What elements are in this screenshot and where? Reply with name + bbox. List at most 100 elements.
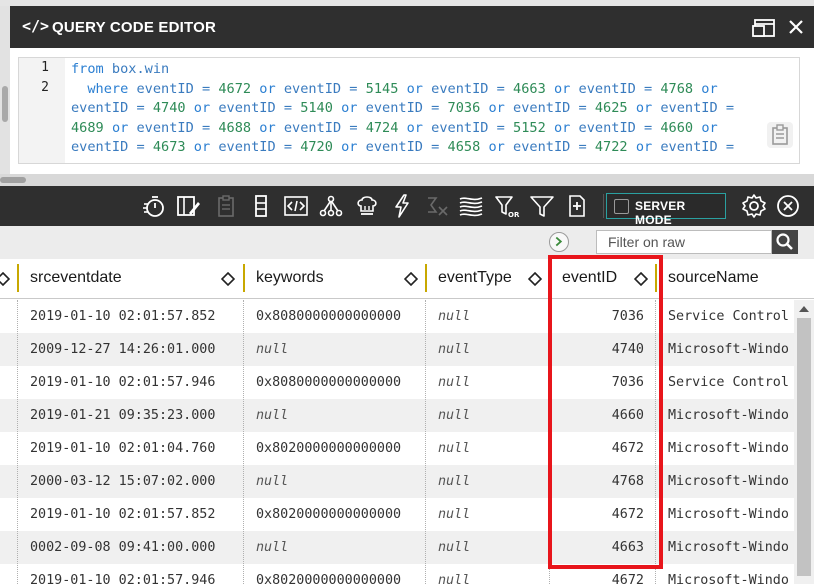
editor-title: QUERY CODE EDITOR [52, 19, 216, 36]
code-token: or [701, 80, 718, 97]
code-token: or [488, 139, 505, 156]
paste-icon[interactable] [767, 122, 793, 148]
code-token: eventID = [357, 139, 448, 156]
code-token: 5152 [513, 119, 546, 136]
table-row[interactable]: 2009-12-27 14:26:01.000 null null 4740 Micro… [0, 333, 794, 366]
edit-columns-icon[interactable] [175, 193, 201, 219]
code-token: or [553, 80, 571, 97]
table-cell-eventtype: null [438, 474, 471, 489]
add-document-icon[interactable] [564, 193, 590, 219]
table-cell-eventtype: null [438, 342, 471, 357]
filter-icon[interactable] [529, 193, 555, 219]
table-cell-srceventdate: 2019-01-10 02:01:57.852 [30, 507, 216, 522]
search-button[interactable] [772, 230, 798, 254]
sort-icon[interactable] [0, 272, 10, 286]
table-cell-keywords: null [256, 474, 289, 489]
table-cell-sourcename: Microsoft-Windo [668, 441, 789, 456]
chef-icon[interactable] [354, 193, 380, 219]
table-cell-sourcename: Service Control [668, 309, 789, 324]
table-cell-sourcename: Microsoft-Windo [668, 474, 789, 489]
scrollbar-thumb[interactable] [797, 318, 811, 576]
table-cell-sourcename: Microsoft-Windo [668, 507, 789, 522]
sort-icon[interactable] [634, 272, 648, 286]
editor-hscroll-thumb[interactable] [0, 177, 26, 183]
window-mode-icon[interactable] [752, 18, 776, 38]
toolbar: OR SERVER MODE [0, 186, 814, 227]
table-row[interactable]: 2019-01-21 09:35:23.000 null null 4660 Micro… [0, 399, 794, 432]
column-grid-line [655, 300, 656, 584]
code-icon[interactable] [283, 193, 309, 219]
table-cell-srceventdate: 2019-01-10 02:01:57.946 [30, 375, 216, 390]
table-cell-eventtype: null [438, 441, 471, 456]
tree-icon[interactable] [318, 193, 344, 219]
code-token: eventID = [652, 139, 735, 156]
table-row[interactable]: 2000-03-12 15:07:02.000 null null 4768 Micro… [0, 465, 794, 498]
column-grid-line [243, 300, 244, 584]
code-token: eventID = [504, 139, 595, 156]
code-token: or [488, 100, 505, 117]
code-token: or [341, 139, 358, 156]
code-token: eventID = [422, 80, 514, 97]
toolbar-divider [603, 194, 604, 218]
code-line: 4689 or eventID = 4688 or eventID = 4724… [71, 119, 718, 139]
server-mode-toggle[interactable]: SERVER MODE [606, 193, 726, 227]
filter-input[interactable]: Filter on raw [596, 230, 772, 254]
table-row[interactable]: 2019-01-10 02:01:57.946 0x808000000000000… [0, 366, 794, 399]
column-header-eventtype[interactable]: eventType [426, 259, 550, 299]
table-row[interactable]: 2019-01-10 02:01:57.946 0x802000000000000… [0, 564, 794, 584]
code-input[interactable]: 1 2 from box.win where eventID = 4672 or… [18, 57, 800, 164]
table-cell-keywords: 0x8080000000000000 [256, 309, 402, 324]
sort-icon[interactable] [528, 272, 542, 286]
scroll-up-arrow-icon[interactable] [799, 306, 809, 312]
table-row[interactable]: 0002-09-08 09:41:00.000 null null 4663 Micro… [0, 531, 794, 564]
server-mode-checkbox[interactable] [614, 199, 629, 214]
code-token: 4673 [152, 139, 186, 156]
column-grid-line [425, 300, 426, 584]
gear-icon[interactable] [741, 193, 767, 219]
lightning-icon[interactable] [389, 193, 415, 219]
code-token: eventID = [357, 100, 448, 117]
code-token: eventID = [71, 139, 153, 156]
table-cell-keywords: null [256, 540, 289, 555]
table-cell-keywords: 0x8020000000000000 [256, 573, 402, 584]
server-mode-label: SERVER MODE [635, 199, 686, 227]
column-header-sourcename[interactable]: sourceName [656, 259, 814, 299]
sort-icon[interactable] [221, 272, 235, 286]
code-token: or [701, 119, 718, 136]
code-token: or [193, 100, 211, 117]
column-header-keywords[interactable]: keywords [244, 259, 426, 299]
code-token: or [635, 139, 653, 156]
editor-left-scrollbar[interactable] [0, 6, 10, 174]
filter-or-icon[interactable]: OR [494, 193, 520, 219]
clipboard-icon [218, 195, 234, 217]
table-row[interactable]: 2019-01-10 02:01:57.852 0x808000000000000… [0, 300, 794, 333]
column-grid-line [549, 300, 550, 584]
editor-horizontal-scrollbar[interactable] [0, 174, 814, 186]
code-icon: </> [22, 17, 50, 35]
code-token: 7036 [447, 100, 481, 117]
column-header-label: sourceName [668, 269, 759, 286]
code-token: eventID = [128, 80, 219, 97]
close-icon[interactable] [785, 16, 807, 38]
timer-icon[interactable] [141, 193, 167, 219]
table-header: srceventdate keywords eventType eventID … [0, 259, 814, 299]
table-vertical-scrollbar[interactable] [794, 300, 814, 584]
column-header-eventid[interactable]: eventID [550, 259, 656, 299]
table-cell-keywords: null [256, 408, 289, 423]
close-circle-icon[interactable] [775, 193, 801, 219]
column-header-hidden[interactable] [0, 259, 18, 299]
table-row[interactable]: 2019-01-10 02:01:04.760 0x802000000000000… [0, 432, 794, 465]
code-token: from [71, 61, 104, 77]
column-header-srceventdate[interactable]: srceventdate [18, 259, 244, 299]
editor-left-scrollbar-thumb[interactable] [2, 86, 8, 122]
table-row[interactable]: 2019-01-10 02:01:57.852 0x802000000000000… [0, 498, 794, 531]
play-icon[interactable] [549, 232, 569, 252]
column-split-icon[interactable] [248, 193, 274, 219]
sort-icon[interactable] [404, 272, 418, 286]
wave-icon[interactable] [458, 193, 484, 219]
